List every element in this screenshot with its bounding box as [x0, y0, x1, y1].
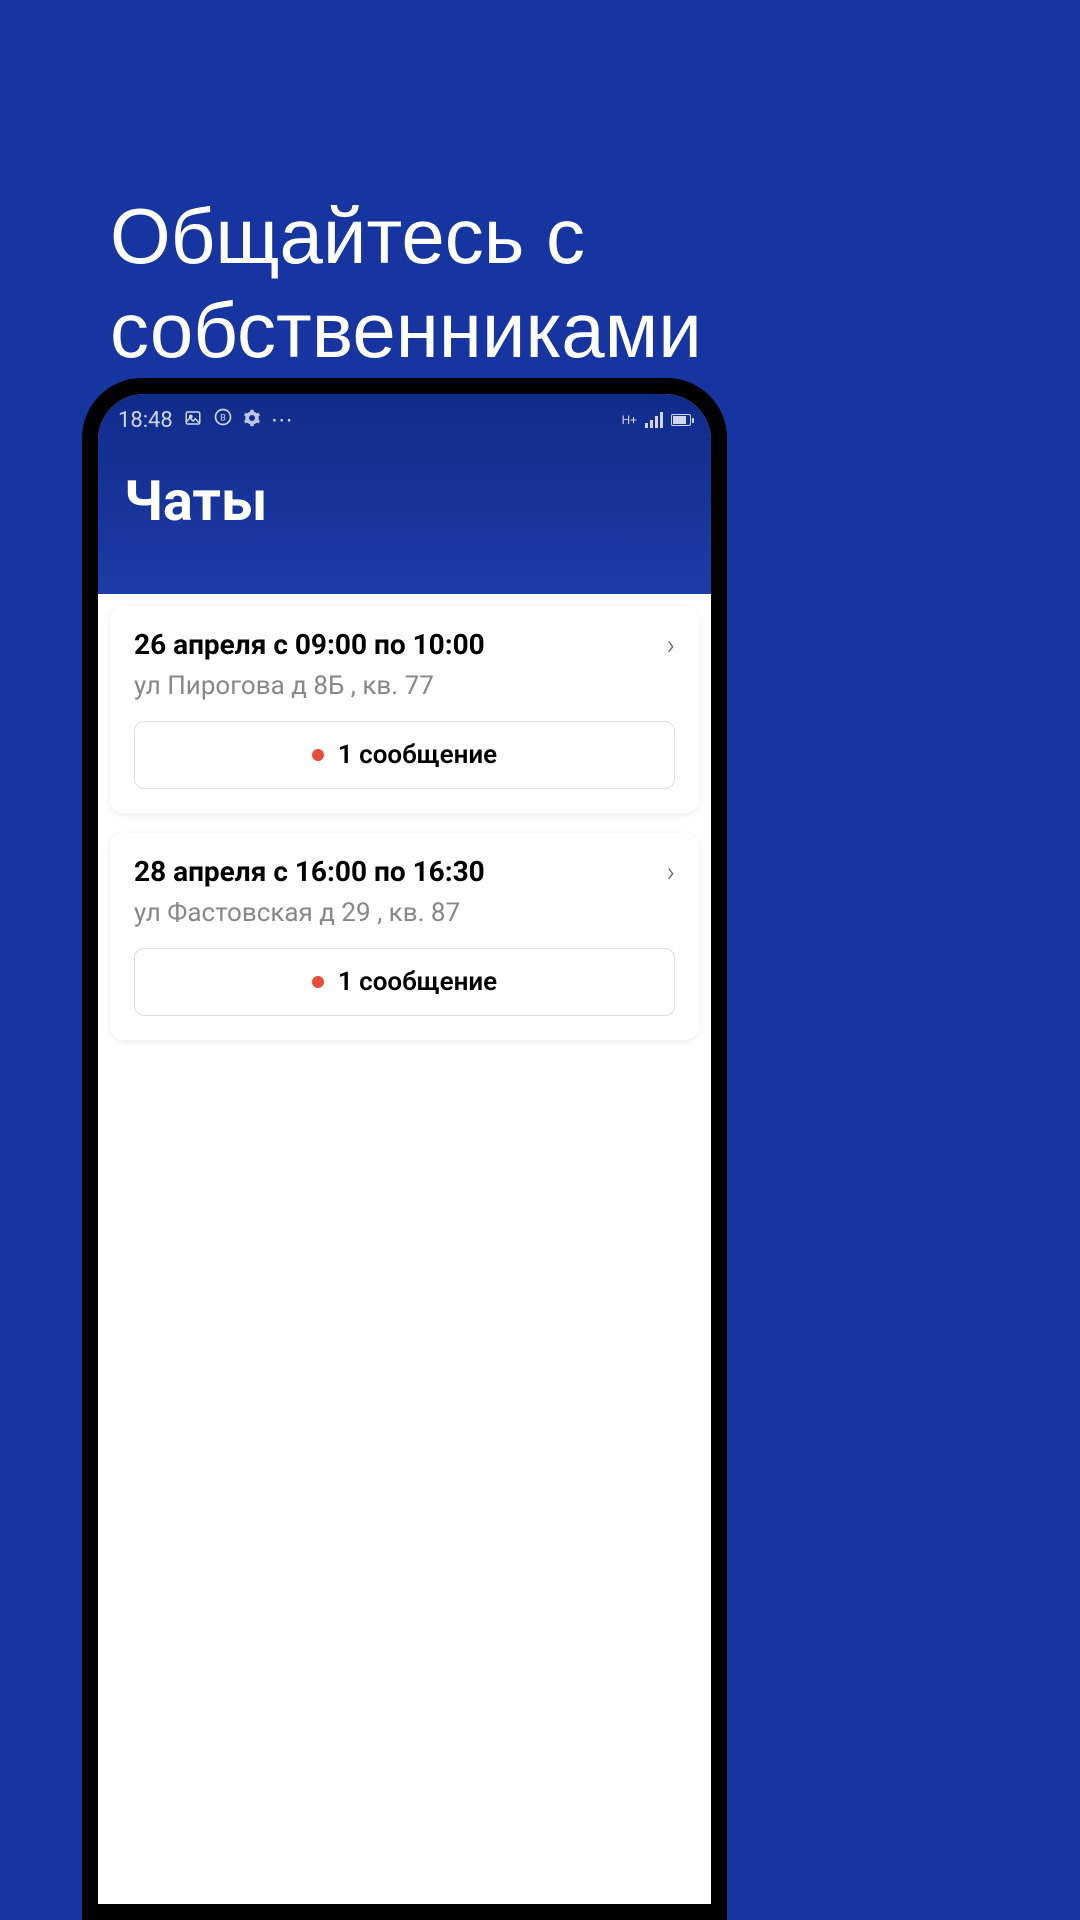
unread-dot-icon: [312, 976, 324, 988]
message-count-label: 1 сообщение: [338, 967, 497, 997]
chevron-right-icon: ›: [667, 628, 675, 661]
promo-line-2: собственниками: [110, 286, 702, 374]
gear-icon: [243, 408, 261, 433]
chat-header-row: 26 апреля с 09:00 по 10:00 ›: [134, 628, 675, 661]
chat-address: ул Пирогова д 8Б , кв. 77: [134, 671, 675, 701]
chat-address: ул Фастовская д 29 , кв. 87: [134, 898, 675, 928]
message-count-label: 1 сообщение: [338, 740, 497, 770]
message-badge[interactable]: 1 сообщение: [134, 948, 675, 1016]
phone-frame: 18:48 B ⋯ H+ Ч: [82, 378, 727, 1920]
signal-icon: [645, 412, 663, 428]
status-bar-left: 18:48 B ⋯: [118, 407, 293, 433]
chat-title: 26 апреля с 09:00 по 10:00: [134, 628, 485, 661]
app-header: 18:48 B ⋯ H+ Ч: [98, 394, 711, 594]
chat-title: 28 апреля с 16:00 по 16:30: [134, 855, 485, 888]
chat-list: 26 апреля с 09:00 по 10:00 › ул Пирогова…: [98, 594, 711, 1072]
battery-icon: [671, 414, 691, 426]
status-time: 18:48: [118, 408, 173, 433]
svg-text:B: B: [220, 413, 226, 423]
image-icon: [183, 408, 203, 433]
unread-dot-icon: [312, 749, 324, 761]
page-title: Чаты: [98, 438, 711, 534]
chat-icon: B: [213, 407, 233, 433]
status-bar: 18:48 B ⋯ H+: [98, 394, 711, 438]
chevron-right-icon: ›: [667, 855, 675, 888]
chat-header-row: 28 апреля с 16:00 по 16:30 ›: [134, 855, 675, 888]
chat-card[interactable]: 28 апреля с 16:00 по 16:30 › ул Фастовск…: [110, 833, 699, 1040]
promo-headline: Общайтесь с собственниками: [110, 190, 702, 377]
chat-card[interactable]: 26 апреля с 09:00 по 10:00 › ул Пирогова…: [110, 606, 699, 813]
promo-line-1: Общайтесь с: [110, 192, 585, 280]
status-bar-right: H+: [622, 412, 691, 428]
phone-screen: 18:48 B ⋯ H+ Ч: [98, 394, 711, 1904]
message-badge[interactable]: 1 сообщение: [134, 721, 675, 789]
more-icon: ⋯: [271, 408, 293, 433]
network-label: H+: [622, 414, 637, 426]
